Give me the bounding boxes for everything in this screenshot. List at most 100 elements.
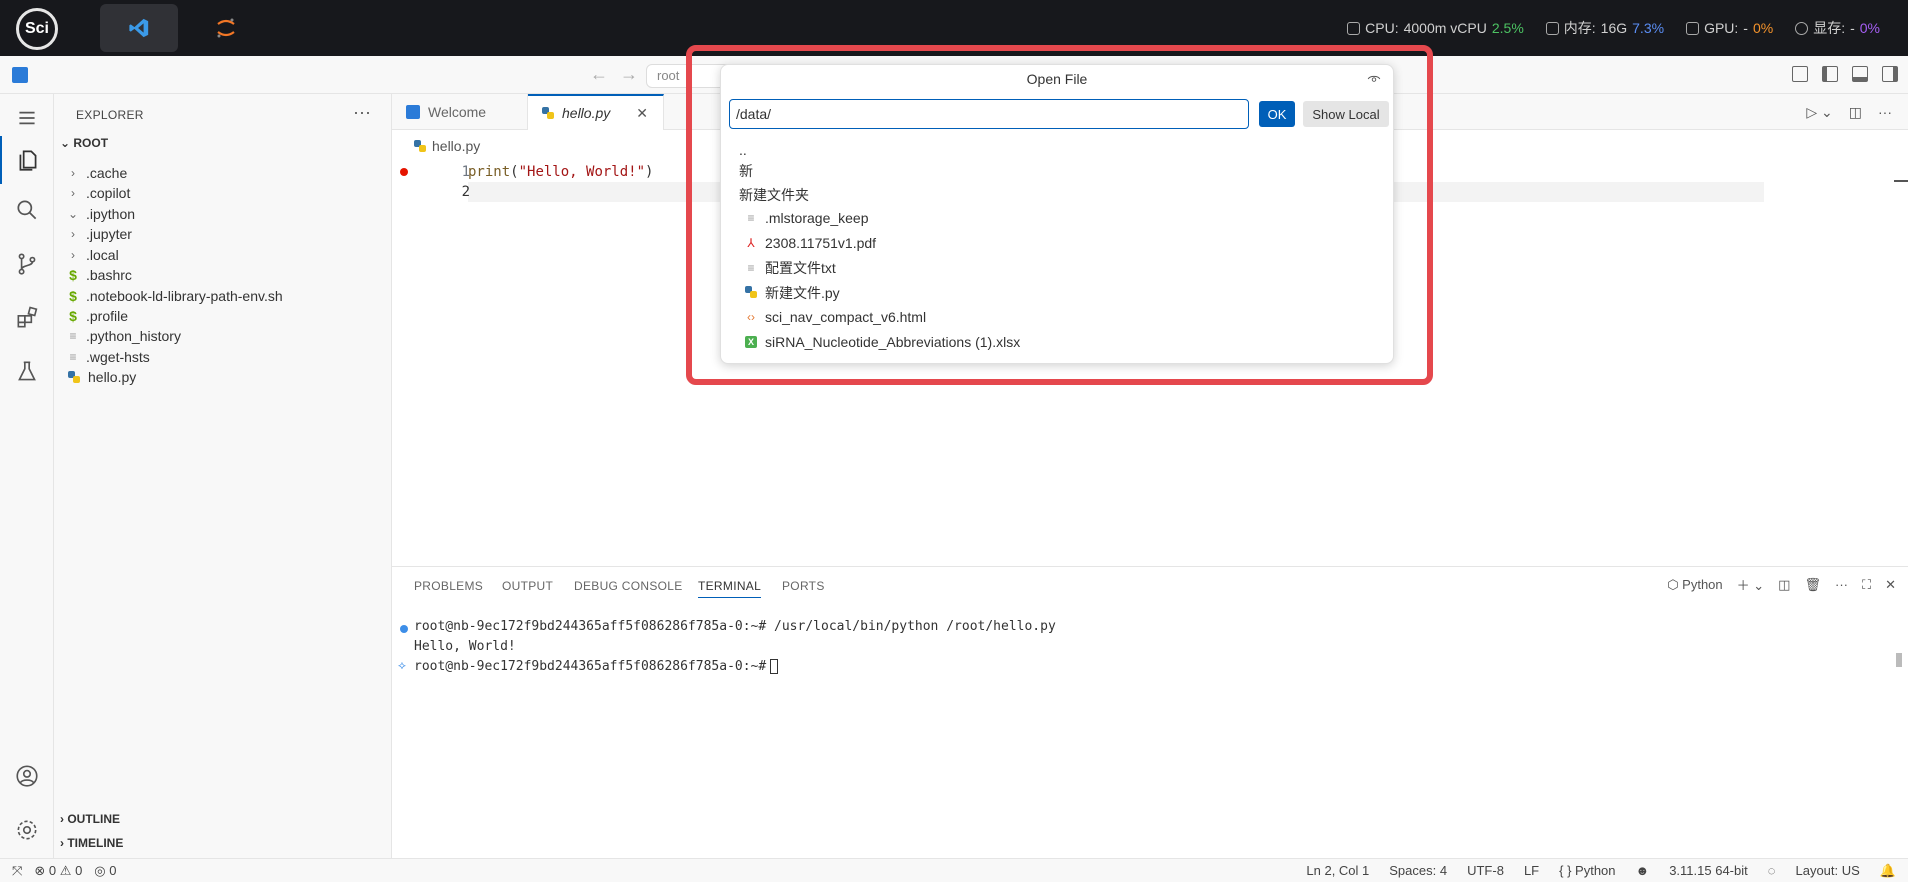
show-local-button[interactable]: Show Local <box>1303 101 1389 127</box>
terminal-prompt[interactable]: root@nb-9ec172f9bd244365aff5f086286f785a… <box>414 659 779 674</box>
vscode-app-tab[interactable] <box>100 4 178 52</box>
account-icon[interactable] <box>0 752 54 800</box>
explorer-icon[interactable] <box>0 136 54 184</box>
sci-logo[interactable]: Sci <box>16 8 58 50</box>
minimap[interactable] <box>1894 180 1908 182</box>
toggle-secondary-sidebar-icon[interactable] <box>1882 66 1898 82</box>
timeline-section[interactable]: › TIMELINE <box>60 836 123 850</box>
tab-debug-console[interactable]: DEBUG CONSOLE <box>574 579 683 593</box>
more-actions-icon[interactable]: ··· <box>353 102 371 123</box>
tree-item-notebook-env[interactable]: $ .notebook-ld-library-path-env.sh <box>68 285 283 307</box>
tab-ports[interactable]: PORTS <box>782 579 825 593</box>
app-menu-icon[interactable] <box>12 67 28 83</box>
settings-gear-icon[interactable] <box>0 806 54 854</box>
breadcrumb[interactable]: hello.py <box>414 138 480 154</box>
search-icon[interactable] <box>0 186 54 234</box>
toggle-sidebar-icon[interactable] <box>1822 66 1838 82</box>
run-play-icon[interactable]: ▷ ⌄ <box>1806 104 1832 121</box>
list-item-file[interactable]: ≡ .mlstorage_keep <box>745 207 868 229</box>
list-item-file[interactable]: 新建文件.py <box>745 282 840 304</box>
tab-hello-py[interactable]: hello.py ✕ <box>528 94 664 130</box>
shell-file-icon: $ <box>69 267 77 283</box>
maximize-panel-icon[interactable]: ⛶ <box>1862 577 1871 593</box>
encoding[interactable]: UTF-8 <box>1467 863 1504 879</box>
root-folder[interactable]: ⌄ ROOT <box>60 136 108 150</box>
explorer-sidebar: EXPLORER ··· ⌄ ROOT › .cache › .copilot ⌄.… <box>54 94 392 858</box>
tree-item-label: .local <box>86 247 119 263</box>
list-item-file[interactable]: ⅄ 2308.11751v1.pdf <box>745 232 876 254</box>
extensions-icon[interactable] <box>0 294 54 342</box>
more-actions-icon[interactable]: ··· <box>1835 577 1848 592</box>
list-item-parent-dir[interactable]: .. <box>739 139 747 161</box>
list-item-label: 新建文件.py <box>765 285 840 301</box>
line-number: 1 <box>461 164 470 180</box>
tree-item-jupyter[interactable]: › .jupyter <box>68 223 132 245</box>
tree-item-profile[interactable]: $ .profile <box>68 305 128 327</box>
terminal-profile[interactable]: ⬡ Python <box>1667 577 1722 593</box>
tree-item-bashrc[interactable]: $ .bashrc <box>68 264 132 286</box>
list-item-file[interactable]: XsiRNA_Nucleotide_Abbreviations (1).xlsx <box>745 331 1020 353</box>
list-item-label: 新 <box>739 163 753 179</box>
tree-item-wget-hsts[interactable]: ≡ .wget-hsts <box>68 346 149 368</box>
copilot-icon[interactable]: ☻ <box>1636 863 1650 879</box>
bottom-panel: PROBLEMS OUTPUT DEBUG CONSOLE TERMINAL P… <box>392 566 1908 858</box>
list-item-folder[interactable]: 新建文件夹 <box>739 184 809 206</box>
terminal-toolbar: ⬡ Python ＋ ⌄ ◫ 🗑 ··· ⛶ ✕ <box>1667 575 1896 594</box>
vram-percent: 0% <box>1859 20 1880 36</box>
close-icon[interactable]: ✕ <box>636 105 648 122</box>
list-item-file[interactable]: ≡ 配置文件txt <box>745 257 835 279</box>
tree-item-copilot[interactable]: › .copilot <box>68 182 130 204</box>
keyboard-layout[interactable]: Layout: US <box>1795 863 1859 879</box>
list-item-label: .. <box>739 142 747 158</box>
tab-output[interactable]: OUTPUT <box>502 579 553 593</box>
breakpoint-icon[interactable] <box>400 168 408 176</box>
testing-flask-icon[interactable] <box>0 348 54 396</box>
terminal-scrollbar[interactable] <box>1896 653 1902 667</box>
eye-icon[interactable] <box>1367 72 1381 86</box>
forward-arrow-icon[interactable]: → <box>620 64 638 85</box>
list-item-folder[interactable]: 新 <box>739 160 753 182</box>
status-bar: ⤧ ⊗ 0 ⚠ 0 ◎ 0 Ln 2, Col 1 Spaces: 4 UTF-… <box>0 858 1908 882</box>
tree-item-ipython[interactable]: ⌄ .ipython <box>68 203 135 225</box>
terminal-cursor <box>770 659 779 674</box>
toggle-panel-icon[interactable] <box>1852 66 1868 82</box>
tree-item-label: .bashrc <box>86 267 132 283</box>
back-arrow-icon[interactable]: ← <box>590 64 608 85</box>
notifications-bell-icon[interactable]: 🔔 <box>1880 863 1896 879</box>
python-interpreter[interactable]: 3.11.15 64-bit <box>1669 863 1748 879</box>
language-mode[interactable]: { } Python <box>1559 863 1615 879</box>
tab-welcome[interactable]: Welcome <box>392 94 528 130</box>
indentation[interactable]: Spaces: 4 <box>1389 863 1447 879</box>
file-path-input[interactable] <box>729 99 1249 129</box>
menu-icon[interactable] <box>0 94 54 142</box>
ok-button[interactable]: OK <box>1259 101 1295 127</box>
problems-status[interactable]: ⊗ 0 ⚠ 0 <box>34 863 82 879</box>
tab-terminal[interactable]: TERMINAL <box>698 579 762 598</box>
remote-icon[interactable]: ⤧ <box>12 863 22 879</box>
close-panel-icon[interactable]: ✕ <box>1885 577 1896 593</box>
cursor-position[interactable]: Ln 2, Col 1 <box>1306 863 1369 879</box>
trash-icon[interactable]: 🗑 <box>1804 577 1821 593</box>
vram-metric: 显存: - 0% <box>1795 18 1880 38</box>
split-editor-icon[interactable]: ◫ <box>1849 104 1862 121</box>
jupyter-app-tab[interactable] <box>196 4 256 52</box>
ports-count: 0 <box>109 863 117 878</box>
editor-actions: ▷ ⌄ ◫ ··· <box>1806 104 1892 121</box>
tab-problems[interactable]: PROBLEMS <box>414 579 483 593</box>
split-terminal-icon[interactable]: ◫ <box>1778 577 1790 593</box>
tree-item-local[interactable]: › .local <box>68 244 119 266</box>
list-item-file[interactable]: ‹› sci_nav_compact_v6.html <box>745 306 926 328</box>
terminal-line: Hello, World! <box>414 639 516 654</box>
more-actions-icon[interactable]: ··· <box>1878 104 1892 121</box>
tree-item-cache[interactable]: › .cache <box>68 162 127 184</box>
customize-layout-icon[interactable] <box>1792 66 1808 82</box>
line-number: 2 <box>461 184 470 200</box>
outline-section[interactable]: › OUTLINE <box>60 812 120 826</box>
ports-status[interactable]: ◎ 0 <box>94 863 116 879</box>
end-of-line[interactable]: LF <box>1524 863 1539 879</box>
tree-item-python-history[interactable]: ≡ .python_history <box>68 325 180 347</box>
source-control-icon[interactable] <box>0 240 54 288</box>
tree-item-hello-py[interactable]: hello.py <box>68 366 136 388</box>
new-terminal-icon[interactable]: ＋ ⌄ <box>1737 575 1765 594</box>
tab-label: hello.py <box>562 105 611 121</box>
